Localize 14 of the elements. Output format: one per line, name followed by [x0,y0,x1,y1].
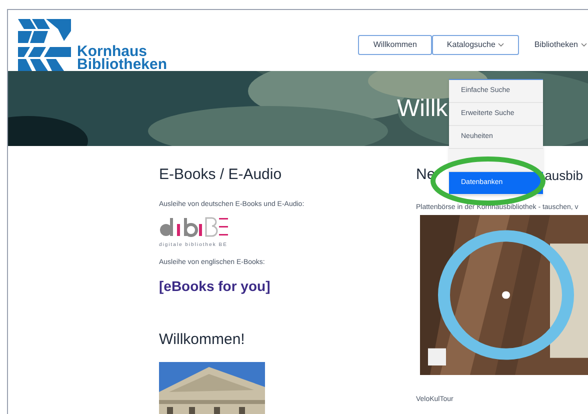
caret-icon [581,43,587,47]
logo-text: Bibliotheken [77,58,168,71]
logo-icon [18,19,71,71]
section-heading: Willkommen! [159,330,246,350]
nav-item[interactable]: Willkommen [358,35,432,55]
nav-item[interactable]: Katalogsuche [432,35,520,55]
logo-text: Kornhaus [77,45,148,58]
section-heading: E-Books / E-Audio [159,165,283,185]
nav-item[interactable]: Bibliotheken [519,35,588,55]
logo-letter-drawing [159,216,229,238]
section-heading: ausbib [544,167,583,185]
ebooks-logo[interactable]: [eBooks for you] [159,276,270,297]
caret-icon [498,43,504,47]
hero-title: Willk [397,94,448,124]
